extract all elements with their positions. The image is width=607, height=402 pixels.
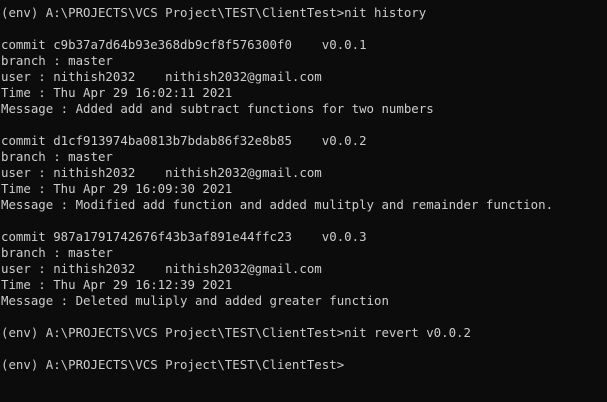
message-line-1: Message : Added add and subtract functio… xyxy=(1,101,434,116)
time-line-1: Time : Thu Apr 29 16:02:11 2021 xyxy=(1,85,233,100)
message-line-2: Message : Modified add function and adde… xyxy=(1,197,554,212)
prompt-line-current[interactable]: (env) A:\PROJECTS\VCS Project\TEST\Clien… xyxy=(1,357,607,373)
terminal-output[interactable]: (env) A:\PROJECTS\VCS Project\TEST\Clien… xyxy=(0,0,607,402)
time-line-3: Time : Thu Apr 29 16:12:39 2021 xyxy=(1,277,233,292)
branch-line-3: branch : master xyxy=(1,245,113,260)
prompt-line-revert: (env) A:\PROJECTS\VCS Project\TEST\Clien… xyxy=(1,325,471,340)
commit-line-3: commit 987a1791742676f43b3af891e44ffc23 … xyxy=(1,229,367,244)
message-line-3: Message : Deleted muliply and added grea… xyxy=(1,293,389,308)
user-line-1: user : nithish2032 nithish2032@gmail.com xyxy=(1,69,322,84)
branch-line-1: branch : master xyxy=(1,53,113,68)
time-line-2: Time : Thu Apr 29 16:09:30 2021 xyxy=(1,181,233,196)
commit-line-2: commit d1cf913974ba0813b7bdab86f32e8b85 … xyxy=(1,133,367,148)
branch-line-2: branch : master xyxy=(1,149,113,164)
user-line-3: user : nithish2032 nithish2032@gmail.com xyxy=(1,261,322,276)
commit-line-1: commit c9b37a7d64b93e368db9cf8f576300f0 … xyxy=(1,37,367,52)
user-line-2: user : nithish2032 nithish2032@gmail.com xyxy=(1,165,322,180)
prompt-line-history: (env) A:\PROJECTS\VCS Project\TEST\Clien… xyxy=(1,5,427,20)
